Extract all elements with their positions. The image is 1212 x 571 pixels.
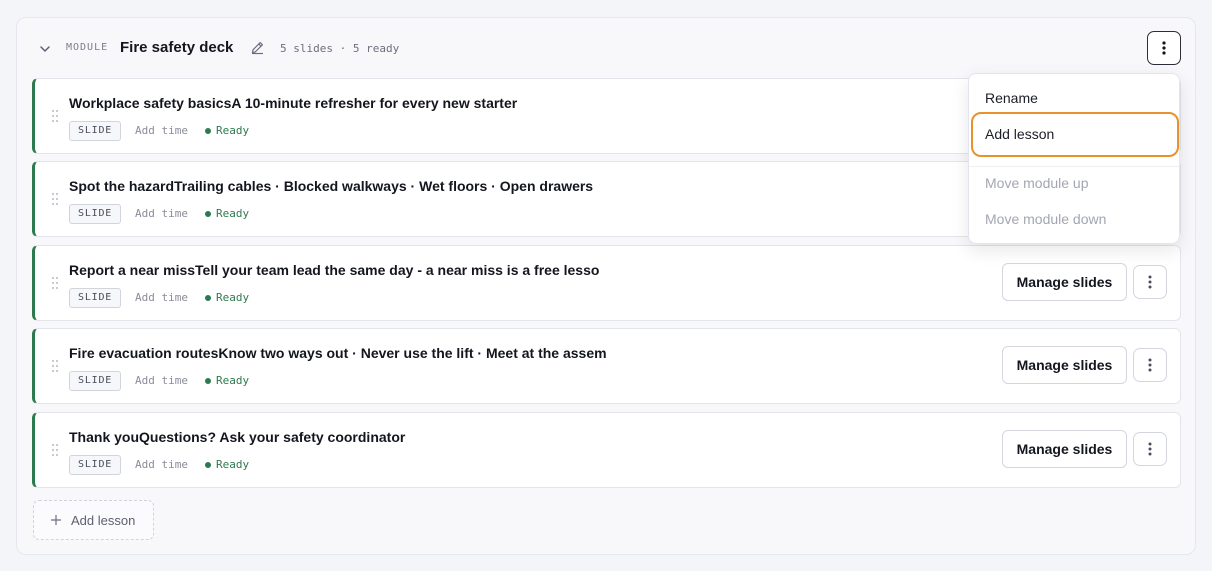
status-badge: Ready <box>205 124 249 137</box>
status-badge: Ready <box>205 207 249 220</box>
lesson-title[interactable]: Fire evacuation routesKnow two ways out … <box>69 345 607 361</box>
lesson-type-badge: SLIDE <box>69 455 122 475</box>
lesson-row[interactable]: Thank youQuestions? Ask your safety coor… <box>32 412 1181 488</box>
drag-handle-icon[interactable] <box>51 443 59 457</box>
menu-item-rename[interactable]: Rename <box>985 90 1038 106</box>
status-dot-icon <box>205 210 211 217</box>
menu-item-move-down: Move module down <box>985 211 1107 227</box>
status-dot-icon <box>205 127 211 134</box>
status-badge: Ready <box>205 374 249 387</box>
module-title: Fire safety deck <box>120 39 234 56</box>
lesson-type-badge: SLIDE <box>69 288 122 308</box>
status-text: Ready <box>216 291 250 304</box>
menu-item-add-lesson[interactable]: Add lesson <box>985 126 1054 142</box>
status-badge: Ready <box>205 291 249 304</box>
module-tag: MODULE <box>66 42 109 53</box>
lesson-more-button[interactable] <box>1133 265 1167 299</box>
lesson-title[interactable]: Spot the hazardTrailing cables · Blocked… <box>69 178 593 194</box>
pencil-icon[interactable] <box>250 40 265 55</box>
lesson-row[interactable]: Fire evacuation routesKnow two ways out … <box>32 328 1181 404</box>
add-time-link[interactable]: Add time <box>135 207 188 220</box>
manage-slides-button[interactable]: Manage slides <box>1002 430 1127 468</box>
more-vertical-icon <box>1162 41 1166 55</box>
status-dot-icon <box>205 461 211 468</box>
lesson-more-button[interactable] <box>1133 432 1167 466</box>
lesson-title[interactable]: Thank youQuestions? Ask your safety coor… <box>69 429 405 445</box>
lesson-type-badge: SLIDE <box>69 204 122 224</box>
lesson-row[interactable]: Report a near missTell your team lead th… <box>32 245 1181 321</box>
drag-handle-icon[interactable] <box>51 359 59 373</box>
chevron-down-icon[interactable] <box>38 42 52 56</box>
menu-item-move-up: Move module up <box>985 175 1089 191</box>
status-text: Ready <box>216 207 250 220</box>
drag-handle-icon[interactable] <box>51 109 59 123</box>
lesson-type-badge: SLIDE <box>69 121 122 141</box>
add-time-link[interactable]: Add time <box>135 291 188 304</box>
lesson-more-button[interactable] <box>1133 348 1167 382</box>
status-text: Ready <box>216 124 250 137</box>
lesson-title[interactable]: Workplace safety basicsA 10-minute refre… <box>69 95 517 111</box>
manage-slides-button[interactable]: Manage slides <box>1002 263 1127 301</box>
add-time-link[interactable]: Add time <box>135 458 188 471</box>
status-badge: Ready <box>205 458 249 471</box>
status-text: Ready <box>216 374 250 387</box>
module-header: MODULE Fire safety deck 5 slides · 5 rea… <box>17 18 1195 78</box>
more-vertical-icon <box>1148 442 1152 456</box>
module-meta: 5 slides · 5 ready <box>280 42 400 55</box>
manage-slides-button[interactable]: Manage slides <box>1002 346 1127 384</box>
add-time-link[interactable]: Add time <box>135 374 188 387</box>
status-dot-icon <box>205 294 211 301</box>
add-lesson-label: Add lesson <box>71 512 136 528</box>
module-actions-menu: Rename Add lesson Move module up Move mo… <box>968 73 1180 244</box>
module-more-button[interactable] <box>1147 31 1181 65</box>
menu-divider <box>969 166 1179 167</box>
status-dot-icon <box>205 377 211 384</box>
drag-handle-icon[interactable] <box>51 192 59 206</box>
plus-icon <box>51 515 61 525</box>
add-lesson-button[interactable]: Add lesson <box>33 500 154 540</box>
lesson-type-badge: SLIDE <box>69 371 122 391</box>
more-vertical-icon <box>1148 275 1152 289</box>
more-vertical-icon <box>1148 358 1152 372</box>
status-text: Ready <box>216 458 250 471</box>
drag-handle-icon[interactable] <box>51 276 59 290</box>
lesson-title[interactable]: Report a near missTell your team lead th… <box>69 262 599 278</box>
add-time-link[interactable]: Add time <box>135 124 188 137</box>
